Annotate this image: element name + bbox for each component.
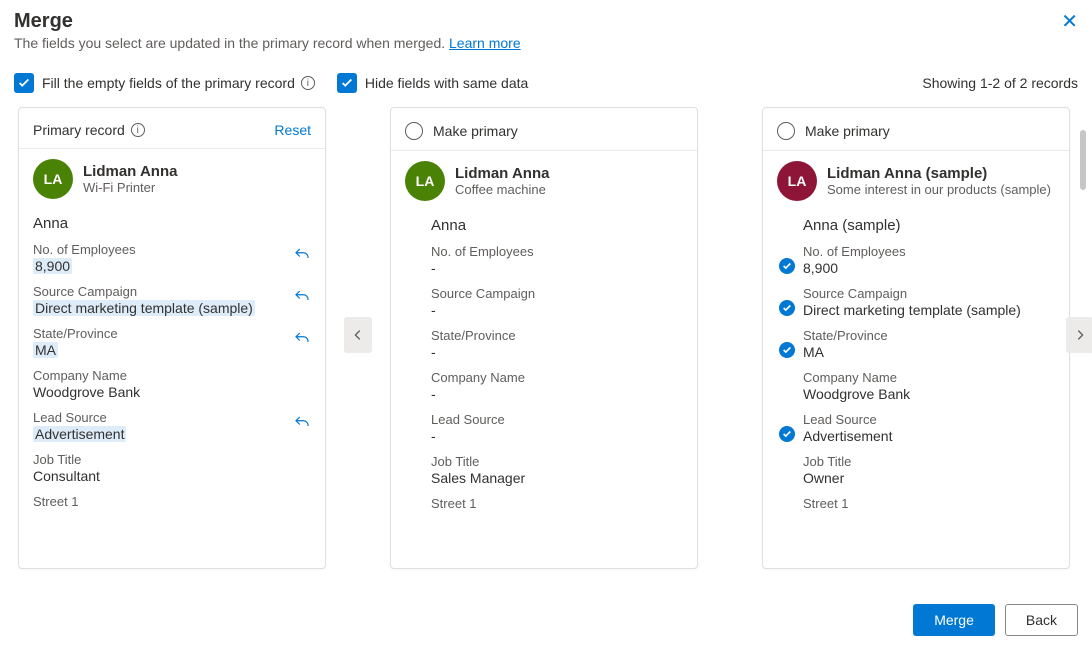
- field-label: Source Campaign: [803, 286, 1055, 301]
- hide-same-checkbox[interactable]: Hide fields with same data: [337, 73, 528, 93]
- avatar: LA: [405, 161, 445, 201]
- field-label: Street 1: [803, 496, 1055, 511]
- field-value: MA: [33, 342, 58, 358]
- field-label: State/Province: [803, 328, 1055, 343]
- field-label: Job Title: [803, 454, 1055, 469]
- field-value: Woodgrove Bank: [33, 384, 311, 400]
- make-primary-radio[interactable]: [777, 122, 795, 140]
- record-subtitle: Wi-Fi Printer: [83, 180, 177, 195]
- record-subtitle: Some interest in our products (sample): [827, 182, 1051, 197]
- display-name: Anna: [33, 215, 311, 232]
- learn-more-link[interactable]: Learn more: [449, 35, 521, 51]
- field-label: Company Name: [33, 368, 311, 383]
- field-value: Direct marketing template (sample): [33, 300, 255, 316]
- field-label: Company Name: [803, 370, 1055, 385]
- field-value[interactable]: Owner: [803, 470, 1055, 486]
- scrollbar-thumb[interactable]: [1080, 130, 1086, 190]
- field-label: No. of Employees: [803, 244, 1055, 259]
- back-button[interactable]: Back: [1005, 604, 1078, 636]
- page-title: Merge: [14, 10, 1078, 33]
- field-value: 8,900: [33, 258, 72, 274]
- field-value[interactable]: Woodgrove Bank: [803, 386, 1055, 402]
- field-value: Advertisement: [33, 426, 126, 442]
- checkmark-icon: [337, 73, 357, 93]
- field-value: -: [431, 386, 683, 402]
- field-value[interactable]: Advertisement: [803, 428, 1055, 444]
- make-primary-label: Make primary: [433, 123, 518, 139]
- field-label: State/Province: [33, 326, 311, 341]
- selected-icon: [779, 426, 795, 442]
- fill-empty-label: Fill the empty fields of the primary rec…: [42, 75, 295, 91]
- selected-icon: [779, 258, 795, 274]
- prev-record-button[interactable]: [344, 317, 372, 353]
- info-icon[interactable]: i: [301, 76, 315, 90]
- subtitle-text: The fields you select are updated in the…: [14, 35, 449, 51]
- merge-button[interactable]: Merge: [913, 604, 995, 636]
- record-name: Lidman Anna (sample): [827, 165, 1051, 182]
- field-label: Street 1: [431, 496, 683, 511]
- field-label: Lead Source: [431, 412, 683, 427]
- record-card-primary: Primary record i Reset LA Lidman Anna Wi…: [18, 107, 326, 569]
- reset-link[interactable]: Reset: [274, 122, 311, 138]
- field-value[interactable]: 8,900: [803, 260, 1055, 276]
- field-label: Street 1: [33, 494, 311, 509]
- close-button[interactable]: ✕: [1057, 8, 1082, 36]
- field-value: Consultant: [33, 468, 311, 484]
- undo-icon[interactable]: [293, 246, 311, 267]
- record-name: Lidman Anna: [455, 165, 549, 182]
- fill-empty-checkbox[interactable]: Fill the empty fields of the primary rec…: [14, 73, 315, 93]
- field-value: -: [431, 302, 683, 318]
- undo-icon[interactable]: [293, 288, 311, 309]
- undo-icon[interactable]: [293, 414, 311, 435]
- avatar: LA: [777, 161, 817, 201]
- hide-same-label: Hide fields with same data: [365, 75, 528, 91]
- next-record-button[interactable]: [1066, 317, 1092, 353]
- field-label: State/Province: [431, 328, 683, 343]
- undo-icon[interactable]: [293, 330, 311, 351]
- field-label: Job Title: [33, 452, 311, 467]
- field-label: No. of Employees: [33, 242, 311, 257]
- make-primary-radio[interactable]: [405, 122, 423, 140]
- field-value[interactable]: MA: [803, 344, 1055, 360]
- info-icon[interactable]: i: [131, 123, 145, 137]
- display-name: Anna: [431, 217, 683, 234]
- make-primary-label: Make primary: [805, 123, 890, 139]
- field-label: Lead Source: [803, 412, 1055, 427]
- field-value: Sales Manager: [431, 470, 683, 486]
- page-subtitle: The fields you select are updated in the…: [14, 35, 1078, 51]
- showing-count: Showing 1-2 of 2 records: [922, 75, 1078, 91]
- checkmark-icon: [14, 73, 34, 93]
- record-subtitle: Coffee machine: [455, 182, 549, 197]
- field-label: Source Campaign: [33, 284, 311, 299]
- display-name: Anna (sample): [803, 217, 1055, 234]
- field-label: Company Name: [431, 370, 683, 385]
- field-label: No. of Employees: [431, 244, 683, 259]
- selected-icon: [779, 342, 795, 358]
- record-card: Make primary LA Lidman Anna (sample) Som…: [762, 107, 1070, 569]
- field-value: -: [431, 344, 683, 360]
- field-label: Source Campaign: [431, 286, 683, 301]
- avatar: LA: [33, 159, 73, 199]
- primary-record-label: Primary record: [33, 122, 125, 138]
- field-label: Job Title: [431, 454, 683, 469]
- record-name: Lidman Anna: [83, 163, 177, 180]
- field-value: -: [431, 260, 683, 276]
- record-card: Make primary LA Lidman Anna Coffee machi…: [390, 107, 698, 569]
- field-value[interactable]: Direct marketing template (sample): [803, 302, 1055, 318]
- selected-icon: [779, 300, 795, 316]
- field-label: Lead Source: [33, 410, 311, 425]
- field-value: -: [431, 428, 683, 444]
